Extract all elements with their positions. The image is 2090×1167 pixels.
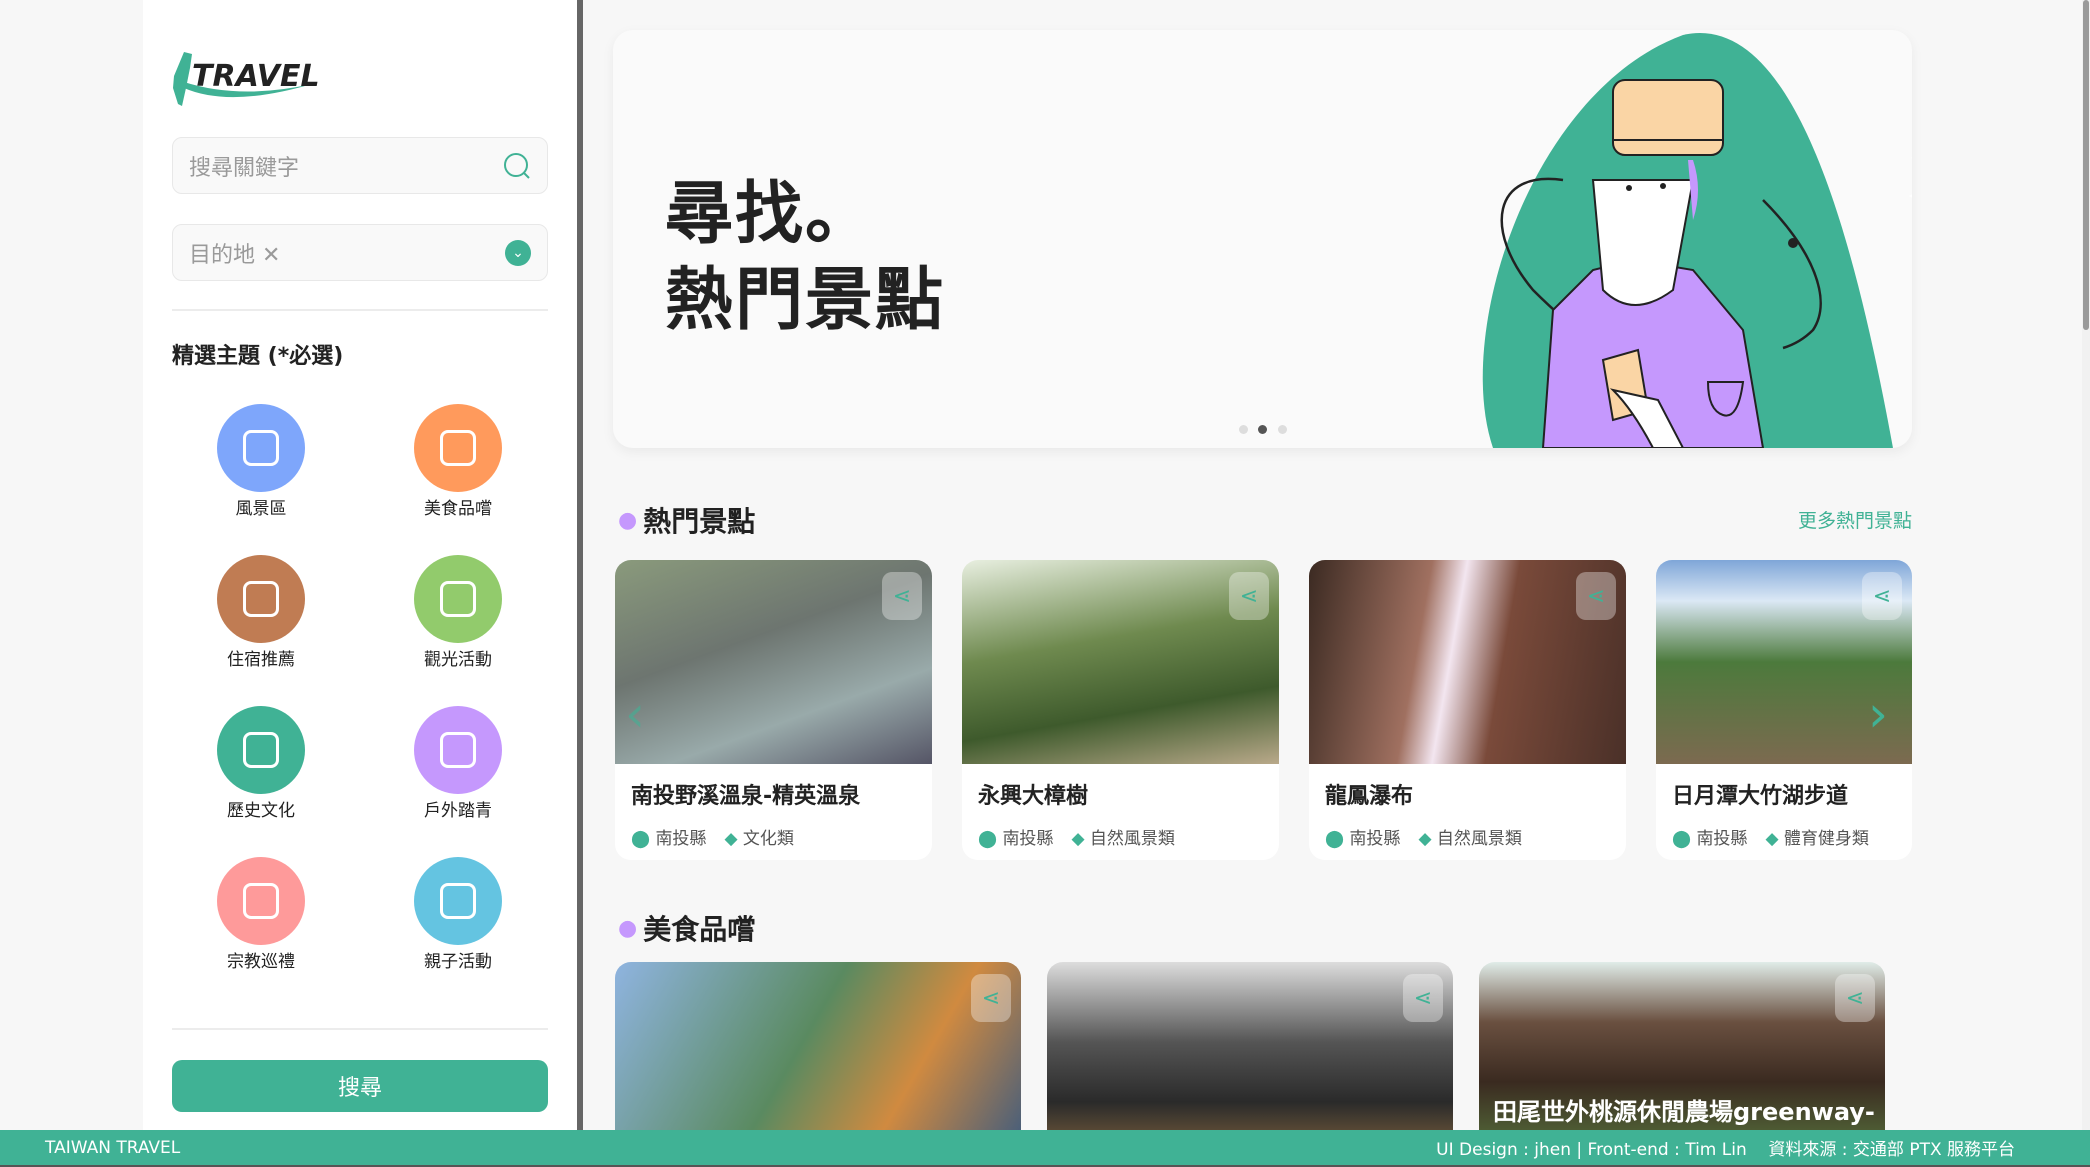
chevron-right-icon[interactable]: › <box>1868 685 1888 743</box>
theme-sky-lantern[interactable]: 親子活動 <box>388 857 528 972</box>
spot-card[interactable]: ⋖ 南投野溪溫泉-精英溫泉 ⬤ 南投縣 ◆ 文化類 <box>615 560 932 860</box>
theme-label: 美食品嚐 <box>424 499 492 519</box>
location-pin-icon: ⬤ <box>631 829 651 849</box>
carousel-dot-2[interactable] <box>1258 425 1267 434</box>
spot-card[interactable]: ⋖ 永興大樟樹 ⬤ 南投縣 ◆ 自然風景類 <box>962 560 1279 860</box>
hero-title-line1: 尋找。 <box>665 175 876 254</box>
theme-label: 風景區 <box>235 499 287 519</box>
food-heading: ● 美食品嚐 <box>618 908 755 948</box>
pin-icon: ● <box>618 507 638 533</box>
theme-label: 親子活動 <box>424 952 492 972</box>
destination-label: 目的地 <box>189 242 256 268</box>
location-pin-icon: ⬤ <box>978 829 998 849</box>
spot-image: ⋖ <box>615 560 932 764</box>
clear-icon[interactable]: ✕ <box>262 243 280 268</box>
tag-icon: ◆ <box>1071 829 1085 849</box>
page-scrollbar-thumb[interactable] <box>2083 0 2089 330</box>
spot-category: 文化類 <box>742 829 794 849</box>
more-hot-spots-link[interactable]: 更多熱門景點 <box>1798 506 1912 533</box>
bicycle-icon <box>414 706 502 794</box>
theme-label: 住宿推薦 <box>227 650 295 670</box>
footer: TAIWAN TRAVEL UI Design : jhen | Front-e… <box>0 1130 2090 1167</box>
share-icon[interactable]: ⋖ <box>971 974 1011 1022</box>
theme-label: 歷史文化 <box>227 801 295 821</box>
location-pin-icon: ⬤ <box>1325 829 1345 849</box>
pin-icon: ● <box>618 915 638 941</box>
theme-mountain[interactable]: 風景區 <box>191 404 331 519</box>
share-icon[interactable]: ⋖ <box>1403 974 1443 1022</box>
sky-lantern-icon <box>414 857 502 945</box>
search-input[interactable]: 搜尋關鍵字 <box>172 137 548 194</box>
food-title: 美食品嚐 <box>643 913 756 946</box>
share-icon[interactable]: ⋖ <box>1229 572 1269 620</box>
share-icon[interactable]: ⋖ <box>1576 572 1616 620</box>
tag-icon: ◆ <box>1765 829 1779 849</box>
theme-historic-building[interactable]: 歷史文化 <box>191 706 331 821</box>
search-placeholder: 搜尋關鍵字 <box>189 155 300 181</box>
food-title: 田尾世外桃源休閒農場greenway- <box>1493 1098 1875 1126</box>
traveler-illustration <box>1482 33 1912 448</box>
spot-image: ⋖ <box>962 560 1279 764</box>
theme-bicycle[interactable]: 戶外踏青 <box>388 706 528 821</box>
chevron-left-icon[interactable]: ‹ <box>625 685 645 743</box>
share-icon[interactable]: ⋖ <box>1862 572 1902 620</box>
carousel-dot-1[interactable] <box>1239 425 1248 434</box>
theme-label: 戶外踏青 <box>424 801 492 821</box>
hot-air-balloon-icon <box>414 555 502 643</box>
mountain-icon <box>217 404 305 492</box>
theme-hot-air-balloon[interactable]: 觀光活動 <box>388 555 528 670</box>
location-pin-icon: ⬤ <box>1672 829 1692 849</box>
share-icon[interactable]: ⋖ <box>1835 974 1875 1022</box>
hero-title-line2: 熱門景點 <box>665 261 946 340</box>
divider <box>172 309 548 311</box>
spot-title: 南投野溪溫泉-精英溫泉 <box>631 784 861 809</box>
theme-hotel[interactable]: 住宿推薦 <box>191 555 331 670</box>
tag-icon: ◆ <box>1418 829 1432 849</box>
footer-source: 資料來源 : 交通部 PTX 服務平台 <box>1768 1140 2015 1160</box>
spot-location: 南投縣 <box>655 829 707 849</box>
tag-icon: ◆ <box>724 829 738 849</box>
footer-credits: UI Design : jhen | Front-end : Tim Lin <box>1436 1140 1747 1160</box>
bubble-tea-icon <box>414 404 502 492</box>
chevron-down-icon[interactable]: ⌄ <box>505 239 531 266</box>
share-icon[interactable]: ⋖ <box>882 572 922 620</box>
spot-image: ⋖ <box>1309 560 1626 764</box>
spot-location: 南投縣 <box>1696 829 1748 849</box>
theme-bubble-tea[interactable]: 美食品嚐 <box>388 404 528 519</box>
spot-location: 南投縣 <box>1349 829 1401 849</box>
hot-spots-title: 熱門景點 <box>643 505 756 538</box>
search-icon[interactable] <box>503 152 531 180</box>
footer-brand: TAIWAN TRAVEL <box>45 1137 181 1158</box>
theme-label: 宗教巡禮 <box>227 952 295 972</box>
spot-card[interactable]: ⋖ 龍鳳瀑布 ⬤ 南投縣 ◆ 自然風景類 <box>1309 560 1626 860</box>
themes-heading: 精選主題 (*必選) <box>172 344 344 369</box>
temple-icon <box>217 857 305 945</box>
svg-text:TRAVEL: TRAVEL <box>192 59 320 94</box>
carousel-dot-3[interactable] <box>1278 425 1287 434</box>
hotel-icon <box>217 555 305 643</box>
spot-category: 自然風景類 <box>1436 829 1522 849</box>
logo[interactable]: TRAVEL <box>170 48 320 110</box>
spot-category: 體育健身類 <box>1783 829 1869 849</box>
spot-title: 永興大樟樹 <box>978 784 1089 809</box>
theme-temple[interactable]: 宗教巡禮 <box>191 857 331 972</box>
search-button[interactable]: 搜尋 <box>172 1060 548 1112</box>
spot-title: 日月潭大竹湖步道 <box>1672 784 1849 809</box>
theme-label: 觀光活動 <box>424 650 492 670</box>
hot-spots-heading: ● 熱門景點 <box>618 500 755 540</box>
spot-location: 南投縣 <box>1002 829 1054 849</box>
destination-select[interactable]: 目的地 ✕ ⌄ <box>172 224 548 281</box>
spot-title: 龍鳳瀑布 <box>1325 784 1414 809</box>
historic-building-icon <box>217 706 305 794</box>
spot-category: 自然風景類 <box>1089 829 1175 849</box>
hero-banner: 尋找。 熱門景點 <box>613 30 1912 448</box>
taiwan-logo-icon: TRAVEL <box>173 52 320 106</box>
sidebar-scrollbar[interactable] <box>577 0 583 1130</box>
divider <box>172 1028 548 1030</box>
